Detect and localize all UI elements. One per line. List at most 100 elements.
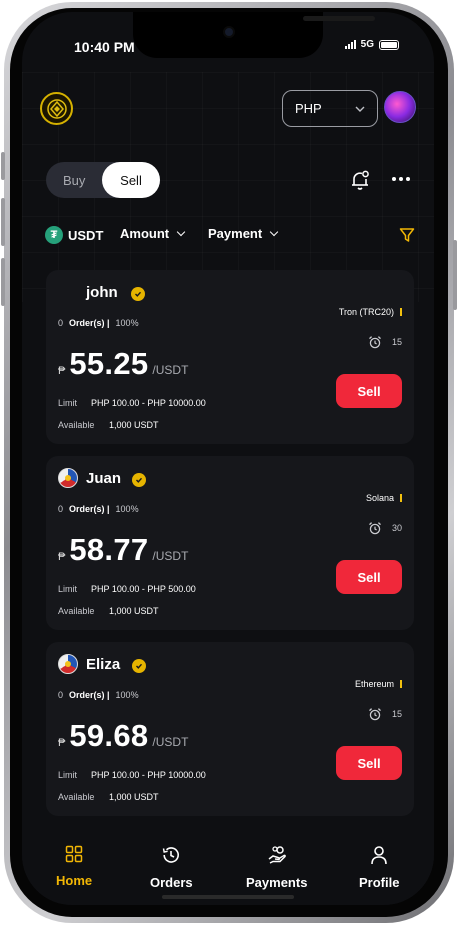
verified-badge-icon [132, 659, 146, 673]
sell-tab[interactable]: Sell [102, 162, 160, 198]
time-limit: 15 [391, 337, 402, 347]
orders-label: Order(s) | [69, 690, 110, 700]
merchant-name: Eliza [86, 656, 121, 673]
sell-button[interactable]: Sell [336, 374, 402, 408]
order-stats: 0 Order(s) | 100% [58, 504, 139, 514]
home-indicator [162, 895, 294, 899]
verified-badge-icon [132, 473, 146, 487]
person-icon [371, 846, 388, 865]
network-label: 5G [360, 39, 374, 50]
chevron-down-icon [355, 106, 365, 112]
limit-value: PHP 100.00 - PHP 10000.00 [91, 398, 206, 408]
network-tag: Tron (TRC20) [339, 307, 402, 317]
user-avatar[interactable] [384, 91, 416, 123]
completion-rate: 100% [115, 690, 139, 700]
camera [223, 26, 235, 38]
limit-label: Limit [58, 398, 78, 408]
grid-icon [65, 845, 83, 863]
filter-funnel-icon[interactable] [399, 227, 415, 243]
status-indicators: 5G [344, 39, 399, 50]
network-name: Solana [365, 493, 394, 503]
alarm-clock-icon [369, 708, 381, 721]
available-label: Available [58, 420, 95, 430]
chevron-down-icon [176, 227, 186, 237]
currency-symbol: ₱ [58, 551, 66, 563]
order-stats: 0 Order(s) | 100% [58, 318, 139, 328]
price-value: 55.25 [69, 346, 149, 381]
price-value: 58.77 [69, 532, 149, 567]
currency-symbol: ₱ [58, 365, 66, 377]
currency-select[interactable]: PHP [282, 90, 378, 127]
price-unit: /USDT [152, 549, 189, 563]
buy-sell-toggle: Buy Sell [46, 162, 160, 198]
asset-filter[interactable]: ₮ USDT [45, 226, 103, 244]
payment-label: Payment [208, 226, 263, 241]
volume-down-button [1, 258, 5, 306]
time-limit: 15 [391, 709, 402, 719]
merchant-avatar [58, 654, 78, 674]
offer-card[interactable]: Juan 0 Order(s) | 100% Solana 30 ₱ 58.77… [46, 456, 414, 630]
chevron-down-icon [269, 227, 279, 237]
orders-count: 0 [58, 690, 64, 700]
offer-card[interactable]: john 0 Order(s) | 100% Tron (TRC20) 15 ₱… [46, 270, 414, 444]
payment-time: 15 [368, 707, 402, 721]
completion-rate: 100% [115, 504, 139, 514]
tab-label: Payments [246, 875, 308, 890]
more-options-icon[interactable] [392, 177, 410, 181]
signal-icon [344, 40, 356, 49]
order-stats: 0 Order(s) | 100% [58, 690, 139, 700]
app-logo[interactable] [40, 92, 73, 125]
offer-card[interactable]: Eliza 0 Order(s) | 100% Ethereum 15 ₱ 59… [46, 642, 414, 816]
alarm-clock-icon [369, 522, 381, 535]
tab-label: Orders [150, 875, 193, 890]
price-value: 59.68 [69, 718, 149, 753]
buy-tab[interactable]: Buy [63, 173, 85, 188]
speaker [303, 16, 375, 21]
volume-up-button [1, 198, 5, 246]
available-label: Available [58, 792, 95, 802]
available-value: 1,000 USDT [109, 420, 159, 430]
available-value: 1,000 USDT [109, 792, 159, 802]
available-value: 1,000 USDT [109, 606, 159, 616]
payment-filter[interactable]: Payment [208, 226, 279, 241]
available-label: Available [58, 606, 95, 616]
alarm-clock-icon [369, 336, 381, 349]
orders-label: Order(s) | [69, 504, 110, 514]
amount-label: Amount [120, 226, 170, 241]
tab-profile[interactable]: Profile [359, 845, 399, 890]
currency-symbol: ₱ [58, 737, 66, 749]
price-block: ₱ 58.77 /USDT [58, 532, 188, 568]
orders-label: Order(s) | [69, 318, 110, 328]
notch [133, 12, 375, 58]
price-block: ₱ 59.68 /USDT [58, 718, 188, 754]
tab-home[interactable]: Home [56, 845, 92, 888]
price-unit: /USDT [152, 363, 189, 377]
clock-icon [163, 847, 180, 863]
completion-rate: 100% [115, 318, 139, 328]
tether-icon: ₮ [45, 226, 63, 244]
notification-bell-icon[interactable] [349, 169, 371, 191]
network-name: Tron (TRC20) [338, 307, 394, 317]
network-name: Ethereum [354, 679, 394, 689]
logo-icon [46, 98, 67, 119]
amount-filter[interactable]: Amount [120, 226, 186, 241]
merchant-avatar [58, 468, 78, 488]
sell-button[interactable]: Sell [336, 746, 402, 780]
sell-button[interactable]: Sell [336, 560, 402, 594]
currency-value: PHP [295, 101, 322, 116]
network-indicator [400, 308, 402, 316]
verified-badge-icon [131, 287, 145, 301]
power-button [453, 240, 457, 310]
tab-orders[interactable]: Orders [150, 845, 193, 890]
network-tag: Ethereum [355, 679, 402, 689]
limit-label: Limit [58, 770, 78, 780]
hand-money-icon [268, 846, 286, 864]
network-indicator [400, 494, 402, 502]
tab-label: Home [56, 873, 93, 888]
tab-payments[interactable]: Payments [246, 845, 307, 890]
payment-time: 30 [368, 521, 402, 535]
network-tag: Solana [366, 493, 402, 503]
orders-count: 0 [58, 318, 64, 328]
limit-label: Limit [58, 584, 78, 594]
tab-label: Profile [359, 875, 400, 890]
